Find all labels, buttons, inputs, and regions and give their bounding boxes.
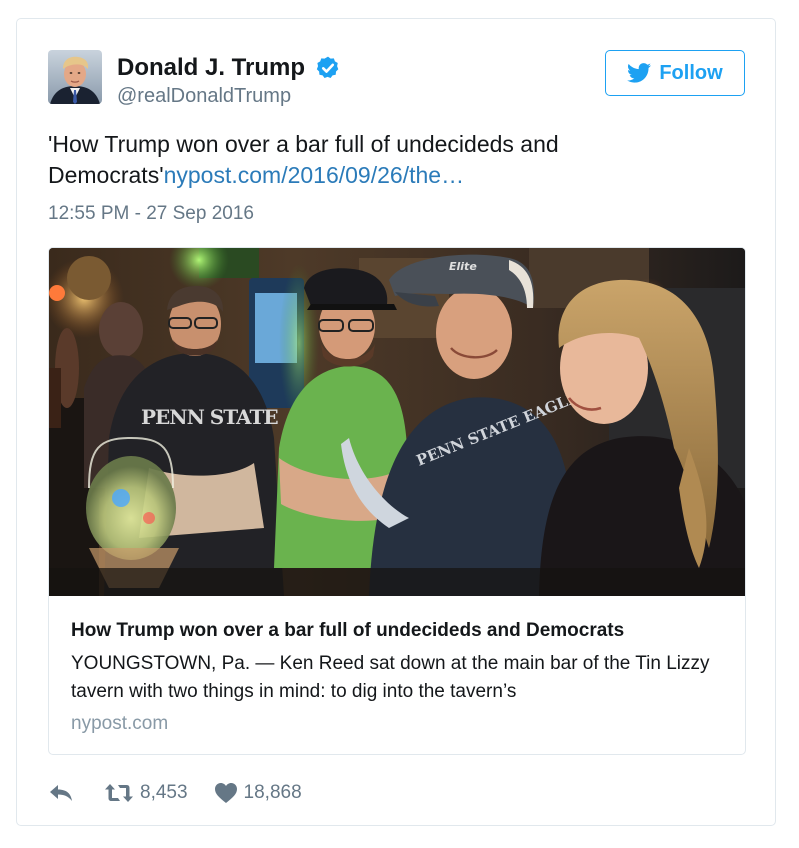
retweet-button[interactable]: 8,453 xyxy=(104,782,188,804)
tweet-timestamp[interactable]: 12:55 PM - 27 Sep 2016 xyxy=(48,203,254,225)
tweet-text: 'How Trump won over a bar full of undeci… xyxy=(48,129,698,191)
follow-button[interactable]: Follow xyxy=(605,50,745,96)
retweet-count: 8,453 xyxy=(140,782,188,803)
card-image: PENN STATE Elite PENN STATE EAGLES xyxy=(49,248,745,596)
card-description: YOUNGSTOWN, Pa. — Ken Reed sat down at t… xyxy=(71,653,710,702)
heart-icon xyxy=(214,783,237,803)
card-title: How Trump won over a bar full of undecid… xyxy=(71,620,625,641)
like-count: 18,868 xyxy=(243,782,302,803)
avatar[interactable] xyxy=(48,50,102,104)
retweet-icon xyxy=(105,784,133,802)
shirt-text-left: PENN STATE xyxy=(141,405,278,429)
author-handle[interactable]: @realDonaldTrump xyxy=(117,85,291,108)
like-button[interactable]: 18,868 xyxy=(214,782,302,804)
verified-badge-icon xyxy=(316,56,339,78)
reply-icon xyxy=(50,785,72,801)
link-card[interactable]: PENN STATE Elite PENN STATE EAGLES How T… xyxy=(48,247,746,755)
tweet-actions: 8,453 18,868 xyxy=(48,779,302,807)
tweet-embed: Donald J. Trump @realDonaldTrump Follow … xyxy=(16,18,776,826)
author-name[interactable]: Donald J. Trump xyxy=(117,54,305,82)
svg-text:Elite: Elite xyxy=(449,260,477,273)
twitter-bird-icon xyxy=(627,63,652,83)
follow-button-label: Follow xyxy=(659,61,723,84)
reply-button[interactable] xyxy=(48,782,74,804)
tweet-link[interactable]: nypost.com/2016/09/26/the… xyxy=(164,162,464,188)
card-domain: nypost.com xyxy=(71,713,169,734)
avatar-image xyxy=(48,50,102,104)
bar-photo: PENN STATE Elite PENN STATE EAGLES xyxy=(49,248,745,596)
